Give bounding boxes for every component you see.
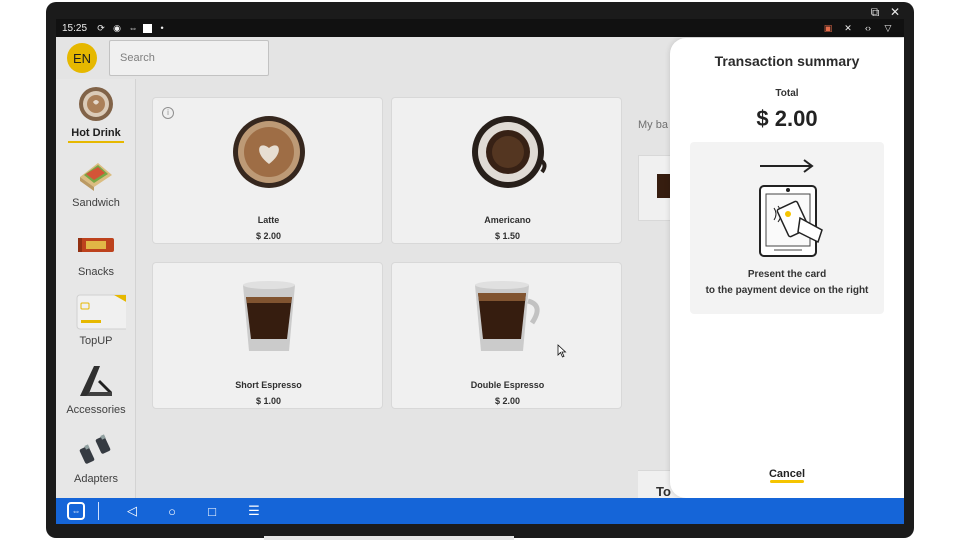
status-time: 15:25 [62, 22, 88, 34]
device-screen: 15:25 ⟳ ◉ ⇔ • ▣ ✕ ‹› ▽ EN Search Hot Dri… [56, 19, 904, 524]
navbar-divider [98, 502, 99, 520]
total-amount: $ 2.00 [756, 106, 818, 131]
instruction-line-2: to the payment device on the right [705, 285, 869, 296]
mouse-cursor-icon [557, 344, 567, 358]
teamviewer-icon: ⇔ [128, 23, 138, 33]
eye-icon: ◉ [113, 23, 121, 33]
close-icon[interactable]: ✕ [888, 5, 902, 19]
dot-icon: • [160, 23, 164, 33]
home-icon[interactable]: ○ [162, 501, 182, 521]
mute-icon: ✕ [844, 23, 852, 33]
payment-instruction-box: Present the card to the payment device o… [690, 142, 884, 314]
recents-icon[interactable]: □ [202, 501, 222, 521]
square-icon [143, 23, 153, 33]
teamviewer-icon[interactable]: ⇔ [67, 502, 85, 520]
menu-icon[interactable]: ☰ [244, 501, 264, 521]
window-controls: ⧉ ✕ [868, 5, 902, 19]
cancel-label: Cancel [768, 468, 806, 480]
android-navbar: ⇔ ◁ ○ □ ☰ [56, 498, 904, 524]
summary-title: Transaction summary [714, 53, 860, 69]
wifi-icon: ▽ [884, 23, 892, 33]
code-icon: ‹› [865, 23, 871, 33]
cancel-underline [770, 480, 804, 483]
device-frame: ⧉ ✕ 15:25 ⟳ ◉ ⇔ • ▣ ✕ ‹› ▽ EN Search Hot… [46, 2, 914, 538]
sync-icon: ⟳ [97, 23, 105, 33]
cast-icon: ▣ [823, 23, 833, 33]
transaction-summary-panel: Transaction summary Total $ 2.00 Present… [670, 38, 904, 498]
total-label: Total [775, 88, 799, 99]
back-icon[interactable]: ◁ [122, 501, 142, 521]
popout-icon[interactable]: ⧉ [868, 5, 882, 19]
instruction-line-1: Present the card [747, 269, 827, 280]
bottom-strip [264, 536, 514, 540]
cancel-button[interactable]: Cancel [762, 464, 812, 484]
status-bar: 15:25 ⟳ ◉ ⇔ • ▣ ✕ ‹› ▽ [56, 19, 904, 37]
card-terminal-icon [759, 159, 823, 257]
